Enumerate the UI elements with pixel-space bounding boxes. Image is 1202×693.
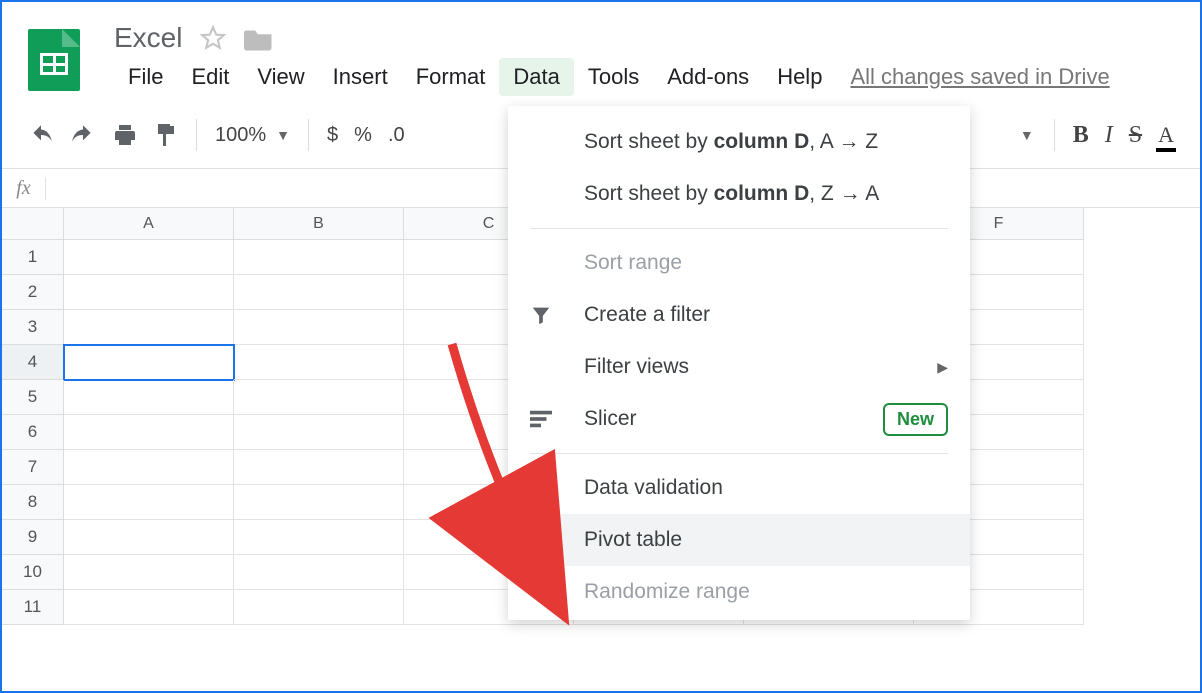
column-header[interactable]: B xyxy=(234,208,404,240)
italic-button[interactable]: I xyxy=(1097,116,1121,154)
move-to-folder-icon[interactable] xyxy=(244,25,274,51)
cell[interactable] xyxy=(234,310,404,345)
fx-label: fx xyxy=(2,177,46,200)
cell[interactable] xyxy=(234,485,404,520)
menu-format[interactable]: Format xyxy=(402,58,500,96)
column-header[interactable]: A xyxy=(64,208,234,240)
menu-create-filter[interactable]: Create a filter xyxy=(508,289,970,341)
toolbar-separator xyxy=(1054,119,1055,151)
menu-view[interactable]: View xyxy=(243,58,318,96)
cell[interactable] xyxy=(234,240,404,275)
filter-icon xyxy=(530,304,584,326)
menu-sort-az[interactable]: Sort sheet by column D, A → Z xyxy=(508,116,970,168)
cell[interactable] xyxy=(234,275,404,310)
cell[interactable] xyxy=(234,590,404,625)
cell[interactable] xyxy=(234,520,404,555)
slicer-icon xyxy=(530,410,584,428)
row-header[interactable]: 11 xyxy=(2,590,64,625)
cell[interactable] xyxy=(64,590,234,625)
cell[interactable] xyxy=(234,380,404,415)
text-color-button[interactable]: A xyxy=(1150,116,1182,154)
row-header[interactable]: 1 xyxy=(2,240,64,275)
menu-bar: File Edit View Insert Format Data Tools … xyxy=(114,58,1110,96)
menu-slicer[interactable]: Slicer New xyxy=(508,393,970,445)
data-menu-dropdown: Sort sheet by column D, A → Z Sort sheet… xyxy=(508,106,970,620)
row-header[interactable]: 10 xyxy=(2,555,64,590)
decrease-decimal-button[interactable]: .0 xyxy=(380,116,413,154)
zoom-select[interactable]: 100%▼ xyxy=(207,116,298,154)
toolbar-separator xyxy=(308,119,309,151)
menu-file[interactable]: File xyxy=(114,58,177,96)
menu-data[interactable]: Data xyxy=(499,58,573,96)
row-header[interactable]: 8 xyxy=(2,485,64,520)
menu-sort-range: Sort range xyxy=(508,237,970,289)
row-header[interactable]: 9 xyxy=(2,520,64,555)
cell[interactable] xyxy=(64,240,234,275)
cell[interactable] xyxy=(64,415,234,450)
cell[interactable] xyxy=(234,555,404,590)
sheets-logo-icon xyxy=(28,23,80,91)
menu-insert[interactable]: Insert xyxy=(319,58,402,96)
format-percent-button[interactable]: % xyxy=(346,116,380,154)
row-header[interactable]: 5 xyxy=(2,380,64,415)
strikethrough-button[interactable]: S xyxy=(1121,116,1150,154)
menu-help[interactable]: Help xyxy=(763,58,836,96)
menu-filter-views[interactable]: Filter views ▶ xyxy=(508,341,970,393)
chevron-right-icon: ▶ xyxy=(937,359,948,376)
row-header[interactable]: 4 xyxy=(2,345,64,380)
select-all-corner[interactable] xyxy=(2,208,64,240)
row-header[interactable]: 7 xyxy=(2,450,64,485)
undo-button[interactable] xyxy=(20,116,62,154)
doc-title[interactable]: Excel xyxy=(114,22,182,54)
cell[interactable] xyxy=(64,310,234,345)
menu-data-validation[interactable]: Data validation xyxy=(508,462,970,514)
cell[interactable] xyxy=(64,520,234,555)
row-header[interactable]: 6 xyxy=(2,415,64,450)
menu-randomize-range: Randomize range xyxy=(508,566,970,618)
cell[interactable] xyxy=(64,345,234,380)
save-status[interactable]: All changes saved in Drive xyxy=(850,64,1109,90)
cell[interactable] xyxy=(64,380,234,415)
title-bar: Excel File Edit View Insert Format Data … xyxy=(2,2,1200,96)
cell[interactable] xyxy=(234,415,404,450)
cell[interactable] xyxy=(64,275,234,310)
menu-sort-za[interactable]: Sort sheet by column D, Z → A xyxy=(508,168,970,220)
format-currency-button[interactable]: $ xyxy=(319,116,346,154)
cell[interactable] xyxy=(64,450,234,485)
app-frame: Excel File Edit View Insert Format Data … xyxy=(0,0,1202,693)
cell[interactable] xyxy=(64,485,234,520)
redo-button[interactable] xyxy=(62,116,104,154)
menu-edit[interactable]: Edit xyxy=(177,58,243,96)
cell[interactable] xyxy=(64,555,234,590)
new-badge: New xyxy=(883,403,948,436)
paint-format-button[interactable] xyxy=(146,116,186,154)
toolbar-separator xyxy=(196,119,197,151)
menu-addons[interactable]: Add-ons xyxy=(653,58,763,96)
star-icon[interactable] xyxy=(200,25,226,51)
menu-pivot-table[interactable]: Pivot table xyxy=(508,514,970,566)
row-header[interactable]: 2 xyxy=(2,275,64,310)
menu-tools[interactable]: Tools xyxy=(574,58,653,96)
row-header[interactable]: 3 xyxy=(2,310,64,345)
print-button[interactable] xyxy=(104,116,146,154)
cell[interactable] xyxy=(234,450,404,485)
bold-button[interactable]: B xyxy=(1065,116,1097,154)
font-size-dropdown-icon[interactable]: ▼ xyxy=(1020,127,1034,143)
cell[interactable] xyxy=(234,345,404,380)
